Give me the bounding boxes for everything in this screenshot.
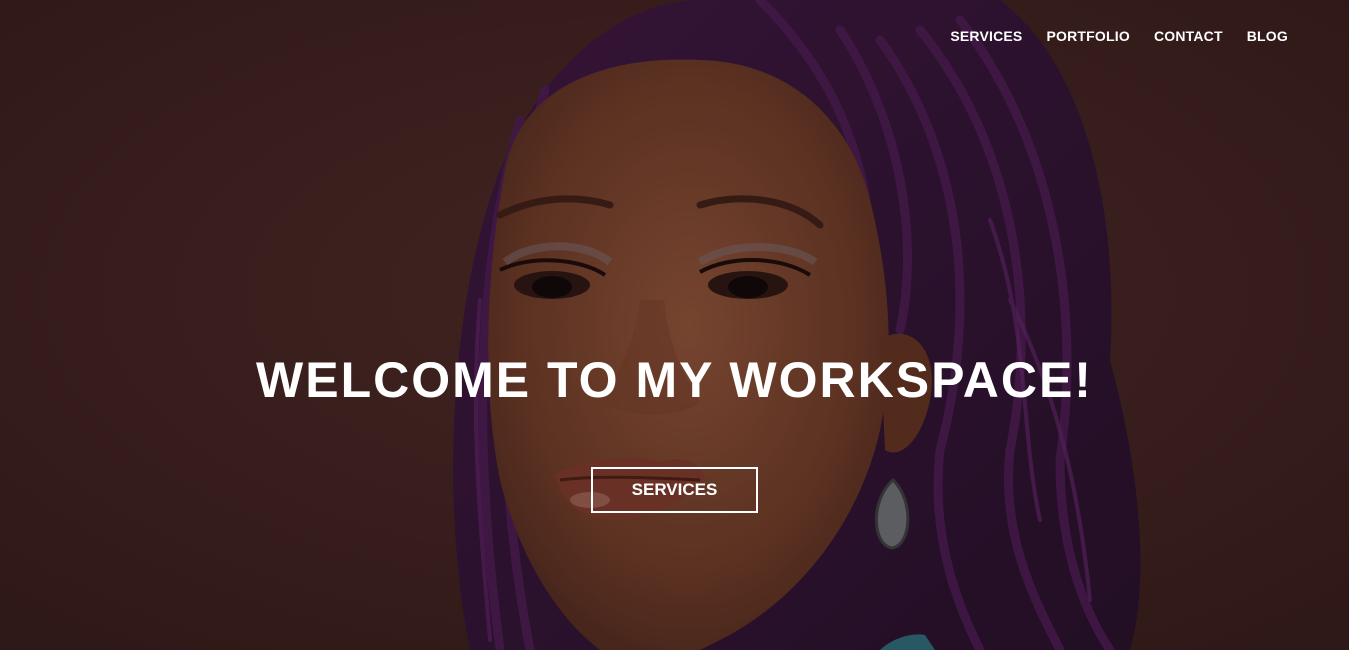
nav-link-blog[interactable]: BLOG <box>1247 27 1288 45</box>
hero-section: SERVICES PORTFOLIO CONTACT BLOG WELCOME … <box>0 0 1349 650</box>
hero-portrait-image <box>0 0 1349 650</box>
services-button[interactable]: SERVICES <box>591 467 758 513</box>
nav-link-services[interactable]: SERVICES <box>950 27 1022 45</box>
nav-link-portfolio[interactable]: PORTFOLIO <box>1046 27 1129 45</box>
main-nav: SERVICES PORTFOLIO CONTACT BLOG <box>926 27 1288 45</box>
hero-headline: WELCOME TO MY WORKSPACE! <box>256 352 1093 408</box>
nav-link-contact[interactable]: CONTACT <box>1154 27 1223 45</box>
